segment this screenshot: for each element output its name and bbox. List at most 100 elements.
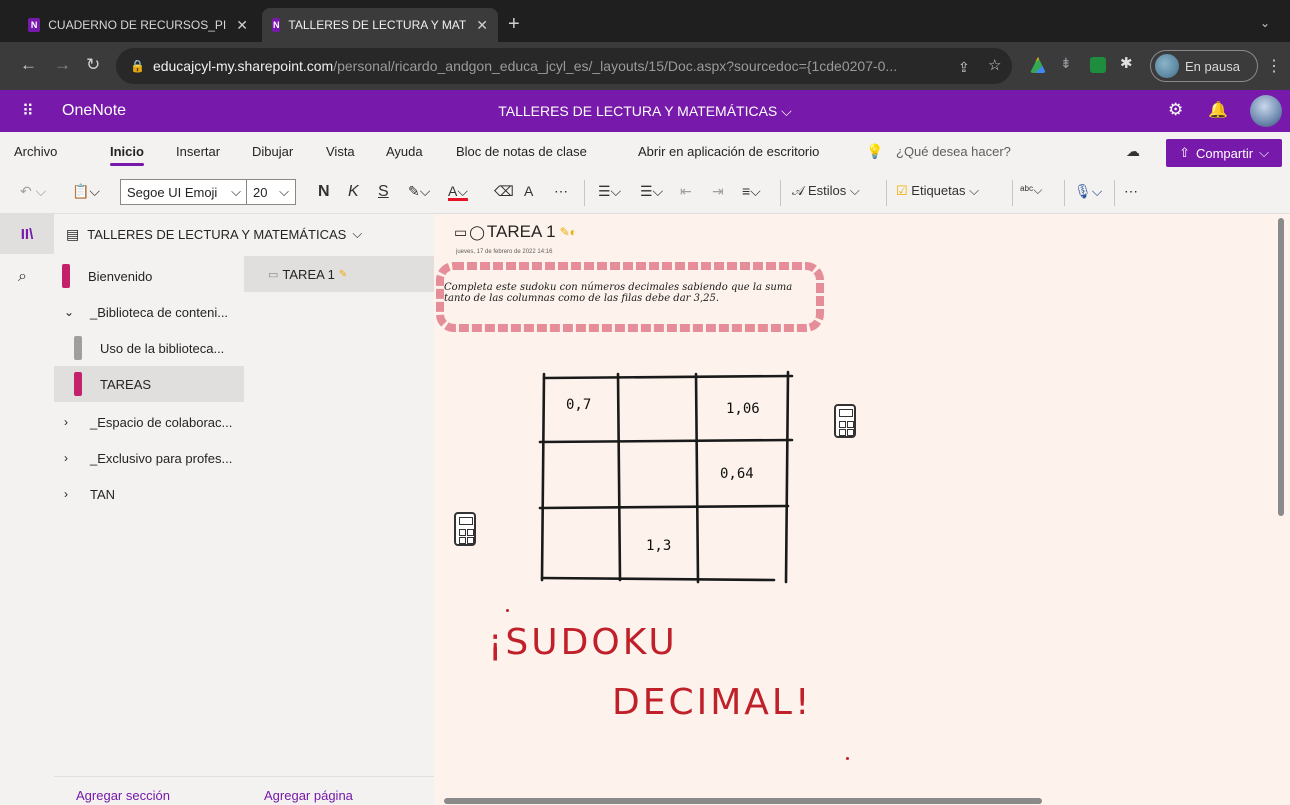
dictate-microphone-icon[interactable]: 🎙⌵ — [1074, 183, 1102, 200]
chevron-down-icon: ⌵ — [231, 184, 241, 199]
more-commands-icon[interactable]: ⋯ — [1124, 183, 1138, 200]
ink-dot — [846, 757, 849, 760]
navigation-rail: II\ ⌕ — [0, 214, 54, 805]
open-desktop-app-link[interactable]: Abrir en aplicación de escritorio — [638, 144, 819, 159]
extension-icon[interactable]: ⇟ — [1060, 55, 1076, 71]
tab-inicio[interactable]: Inicio — [110, 144, 144, 166]
comment-icon: ▭ — [268, 268, 279, 281]
italic-button[interactable]: K — [348, 183, 359, 201]
clipboard-icon[interactable]: 📋⌵ — [72, 183, 100, 200]
page-item-tarea-1[interactable]: ▭ TAREA 1 ✎ — [244, 256, 434, 292]
clear-format-icon[interactable]: ⌫ — [494, 183, 514, 200]
section-bienvenido[interactable]: Bienvenido — [54, 258, 244, 294]
forward-arrow-icon[interactable]: → — [54, 56, 71, 74]
tab-ayuda[interactable]: Ayuda — [386, 144, 423, 159]
tab-bloc-de-notas-de-clase[interactable]: Bloc de notas de clase — [456, 144, 587, 159]
section-group-exclusivo[interactable]: › _Exclusivo para profes... — [54, 440, 244, 476]
tab-vista[interactable]: Vista — [326, 144, 355, 159]
spelling-icon[interactable]: ᵃᵇᶜ⌵ — [1020, 183, 1042, 198]
tags-button[interactable]: ☑ Etiquetas ⌵ — [896, 183, 979, 199]
search-icon[interactable]: ⌕ — [18, 268, 27, 286]
bold-button[interactable]: N — [318, 183, 330, 201]
grid-cell-r2c3[interactable]: 0,64 — [720, 466, 754, 482]
sync-cloud-icon[interactable]: ☁ — [1126, 143, 1140, 160]
page-title-text: TAREA 1 — [486, 222, 556, 241]
puzzle-extensions-icon[interactable]: ✱ — [1120, 54, 1136, 72]
emoji-icon: ✎ — [338, 268, 348, 280]
section-label: TAN — [90, 486, 116, 502]
numbering-icon[interactable]: ☰⌵ — [640, 183, 663, 200]
styles-icon: 𝒜 — [792, 183, 805, 198]
browser-menu-icon[interactable]: ⋮ — [1266, 56, 1282, 76]
section-uso-biblioteca[interactable]: Uso de la biblioteca... — [54, 330, 244, 366]
section-group-tan[interactable]: › TAN — [54, 476, 244, 512]
undo-icon[interactable]: ↶ ⌵ — [20, 183, 46, 200]
grid-cell-r1c3[interactable]: 1,06 — [726, 401, 760, 417]
notifications-bell-icon[interactable]: 🔔 — [1208, 100, 1228, 120]
onenote-favicon-icon: N — [272, 18, 281, 32]
notebook-title[interactable]: TALLERES DE LECTURA Y MATEMÁTICAS ⌵ — [0, 103, 1290, 120]
tab-archivo[interactable]: Archivo — [14, 144, 57, 159]
align-icon[interactable]: ≡⌵ — [742, 183, 761, 200]
grid-cell-r1c1[interactable]: 0,7 — [566, 397, 591, 413]
green-extension-icon[interactable] — [1090, 57, 1106, 73]
divider — [54, 776, 434, 777]
font-name-select[interactable]: Segoe UI Emoji ⌵ — [120, 179, 248, 205]
divider — [780, 180, 781, 206]
close-tab-icon[interactable]: ✕ — [236, 17, 248, 34]
notebooks-library-icon[interactable]: II\ — [0, 214, 54, 254]
browser-tab-cuaderno[interactable]: N CUADERNO DE RECURSOS_PI ✕ — [18, 8, 258, 42]
outdent-icon[interactable]: ⇤ — [680, 183, 692, 200]
add-page-button[interactable]: Agregar página — [264, 788, 353, 803]
close-tab-icon[interactable]: ✕ — [476, 17, 488, 34]
user-avatar[interactable] — [1250, 95, 1282, 127]
font-size-select[interactable]: 20 ⌵ — [246, 179, 296, 205]
ribbon-tabs: Archivo Inicio Insertar Dibujar Vista Ay… — [0, 132, 1290, 172]
browser-tab-talleres[interactable]: N TALLERES DE LECTURA Y MAT ✕ — [262, 8, 498, 42]
tab-insertar[interactable]: Insertar — [176, 144, 220, 159]
grid-cell-r3c2[interactable]: 1,3 — [646, 538, 671, 554]
share-button[interactable]: ⇧ Compartir ⌵ — [1166, 139, 1282, 167]
bullets-icon[interactable]: ☰⌵ — [598, 183, 621, 200]
page-pane — [244, 254, 434, 805]
horizontal-scrollbar[interactable] — [444, 798, 1042, 804]
font-size-value: 20 — [253, 184, 268, 200]
font-name-value: Segoe UI Emoji — [127, 184, 218, 200]
styles-button[interactable]: 𝒜 Estilos ⌵ — [792, 183, 860, 199]
vertical-scrollbar[interactable] — [1278, 218, 1284, 516]
bookmark-star-icon[interactable]: ☆ — [988, 57, 1001, 75]
section-group-espacio[interactable]: › _Espacio de colaborac... — [54, 404, 244, 440]
notebook-dropdown[interactable]: ▤ TALLERES DE LECTURA Y MATEMÁTICAS ⌵ — [54, 214, 434, 254]
tab-dibujar[interactable]: Dibujar — [252, 144, 293, 159]
chevron-down-icon: ⌵ — [1259, 145, 1269, 160]
address-bar[interactable]: 🔒 educajcyl-my.sharepoint.com /personal/… — [116, 48, 1012, 84]
reload-icon[interactable]: ↻ — [86, 56, 100, 74]
section-tareas[interactable]: TAREAS — [54, 366, 244, 402]
text-effects-icon[interactable]: A — [524, 183, 533, 199]
browser-toolbar: ← → ↻ 🔒 educajcyl-my.sharepoint.com /per… — [0, 42, 1290, 90]
ink-sudoku: ¡SUDOKU — [488, 622, 678, 663]
page-title[interactable]: ▭ ◯ TAREA 1 ✎◐ — [454, 222, 577, 242]
underline-button[interactable]: S — [378, 183, 389, 201]
share-page-icon[interactable]: ⇪ — [958, 58, 970, 76]
tab-search-chevron-icon[interactable]: ⌄ — [1260, 16, 1270, 30]
profile-button[interactable]: En pausa — [1150, 50, 1258, 82]
profile-avatar — [1155, 54, 1179, 78]
comment-icon: ▭ — [454, 223, 468, 240]
share-icon: ⇧ — [1179, 145, 1190, 160]
more-options-icon[interactable]: ⋯ — [554, 183, 568, 200]
url-path: /personal/ricardo_andgon_educa_jcyl_es/_… — [333, 58, 898, 74]
new-tab-button[interactable]: + — [508, 14, 520, 34]
section-group-biblioteca[interactable]: ⌄ _Biblioteca de conteni... — [54, 294, 244, 330]
divider — [886, 180, 887, 206]
settings-gear-icon[interactable]: ⚙ — [1168, 100, 1183, 120]
tell-me-search[interactable]: ¿Qué desea hacer? — [896, 144, 1011, 159]
divider — [1114, 180, 1115, 206]
font-color-icon[interactable]: A⌵ — [448, 183, 468, 200]
indent-icon[interactable]: ⇥ — [712, 183, 724, 200]
highlight-icon[interactable]: ✎⌵ — [408, 183, 430, 200]
emoji-icon: ✎◐ — [559, 225, 577, 239]
drive-extension-icon[interactable] — [1030, 57, 1046, 73]
add-section-button[interactable]: Agregar sección — [76, 788, 170, 803]
back-arrow-icon[interactable]: ← — [20, 56, 37, 74]
